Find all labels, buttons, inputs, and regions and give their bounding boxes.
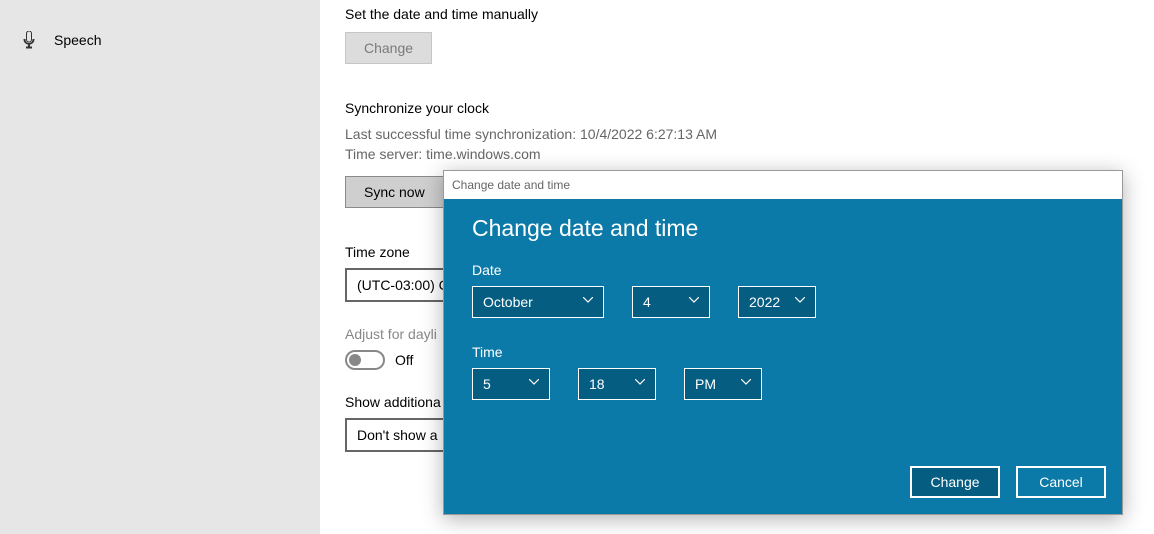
time-zone-value: (UTC-03:00) C xyxy=(357,277,449,293)
adjust-dst-state: Off xyxy=(395,352,413,368)
hour-dropdown[interactable]: 5 xyxy=(472,368,550,400)
chevron-down-icon xyxy=(635,379,645,389)
microphone-icon xyxy=(20,31,38,49)
sync-now-label: Sync now xyxy=(364,184,425,200)
additional-clocks-value: Don't show a xyxy=(357,427,438,443)
set-date-time-manually-label: Set the date and time manually xyxy=(345,6,1125,22)
chevron-down-icon xyxy=(741,379,751,389)
ampm-dropdown[interactable]: PM xyxy=(684,368,762,400)
sync-clock-heading: Synchronize your clock xyxy=(345,100,1125,116)
date-field-label: Date xyxy=(472,262,1094,278)
chevron-down-icon xyxy=(689,297,699,307)
sync-last-success-text: Last successful time synchronization: 10… xyxy=(345,124,1125,144)
dialog-title: Change date and time xyxy=(472,215,1094,242)
minute-dropdown[interactable]: 18 xyxy=(578,368,656,400)
change-date-time-button[interactable]: Change xyxy=(345,32,432,64)
day-dropdown[interactable]: 4 xyxy=(632,286,710,318)
chevron-down-icon xyxy=(529,379,539,389)
adjust-dst-toggle[interactable] xyxy=(345,350,385,370)
month-value: October xyxy=(483,294,533,310)
dialog-titlebar[interactable]: Change date and time xyxy=(444,171,1122,199)
change-button-label: Change xyxy=(364,40,413,56)
toggle-knob xyxy=(349,354,361,366)
time-field-label: Time xyxy=(472,344,1094,360)
chevron-down-icon xyxy=(583,297,593,307)
sidebar: Speech xyxy=(0,0,320,534)
change-date-time-dialog: Change date and time Change date and tim… xyxy=(443,170,1123,515)
dialog-titlebar-text: Change date and time xyxy=(452,178,570,192)
sidebar-item-label: Speech xyxy=(54,32,101,48)
chevron-down-icon xyxy=(795,297,805,307)
sync-now-button[interactable]: Sync now xyxy=(345,176,444,208)
hour-value: 5 xyxy=(483,376,491,392)
dialog-change-label: Change xyxy=(930,474,979,490)
day-value: 4 xyxy=(643,294,651,310)
sync-server-text: Time server: time.windows.com xyxy=(345,144,1125,164)
dialog-cancel-label: Cancel xyxy=(1039,474,1083,490)
ampm-value: PM xyxy=(695,376,716,392)
year-value: 2022 xyxy=(749,294,780,310)
dialog-cancel-button[interactable]: Cancel xyxy=(1016,466,1106,498)
year-dropdown[interactable]: 2022 xyxy=(738,286,816,318)
minute-value: 18 xyxy=(589,376,605,392)
sidebar-item-speech[interactable]: Speech xyxy=(0,20,320,60)
dialog-change-button[interactable]: Change xyxy=(910,466,1000,498)
month-dropdown[interactable]: October xyxy=(472,286,604,318)
